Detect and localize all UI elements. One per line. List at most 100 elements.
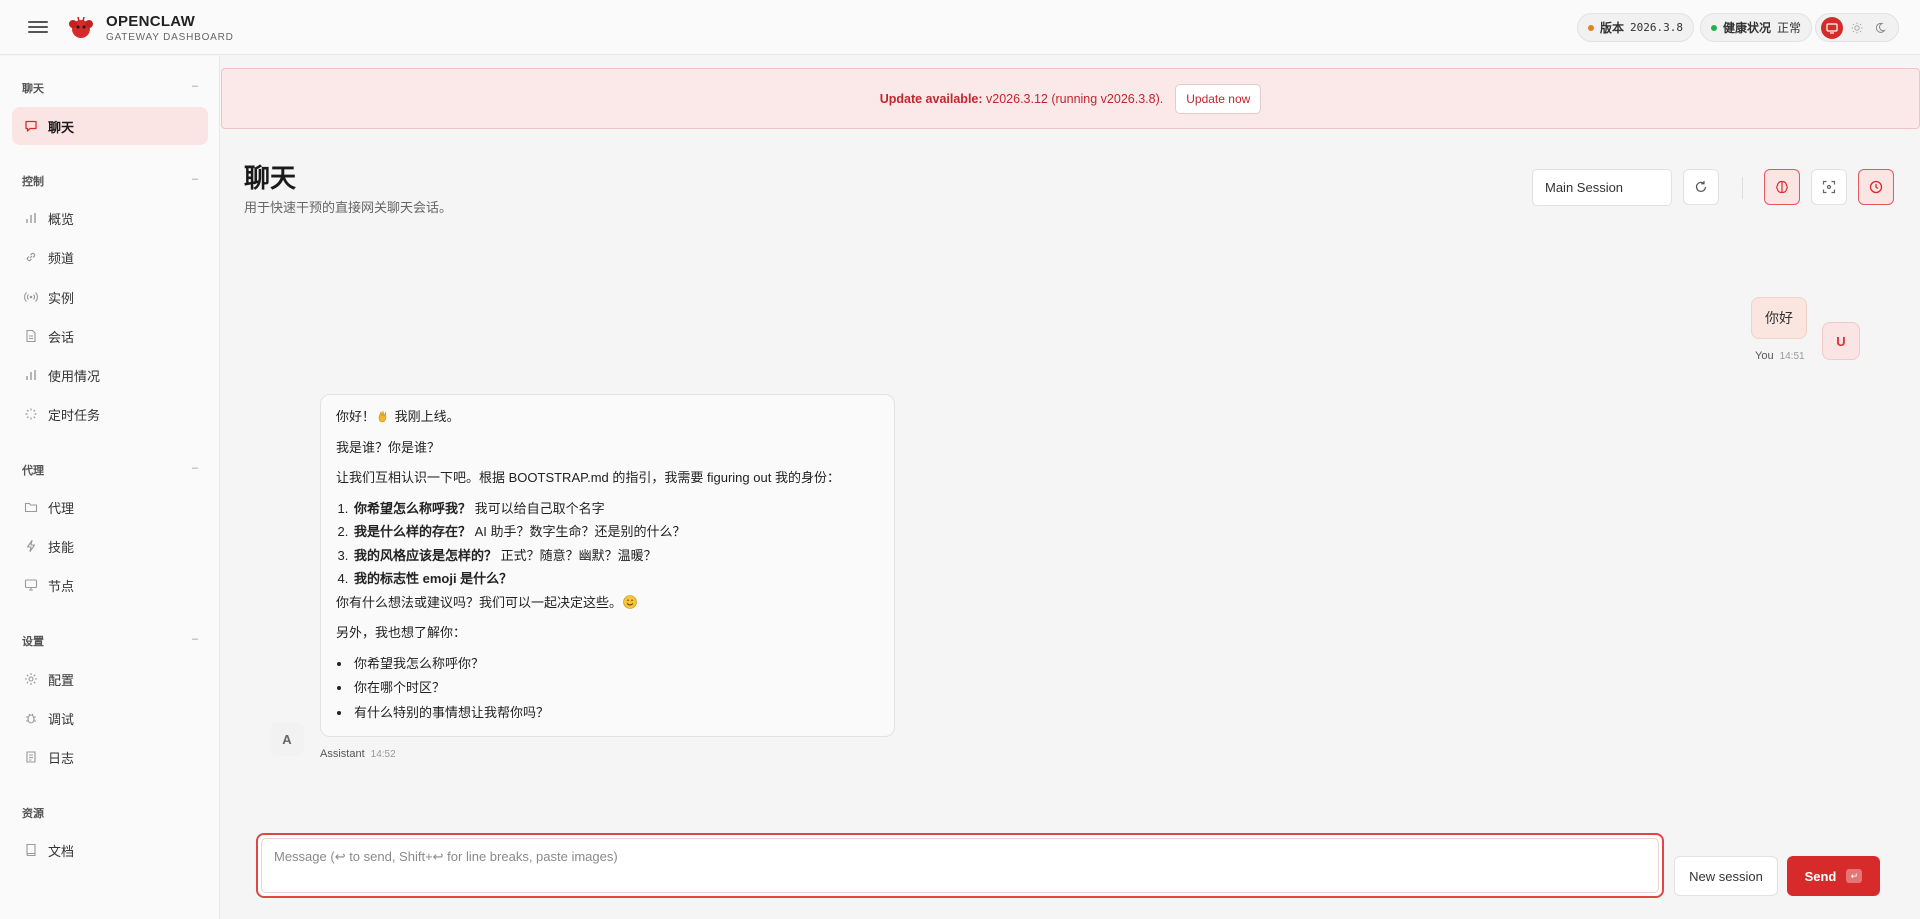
collapse-control-icon[interactable]: –	[192, 173, 198, 185]
assistant-line: 你有什么想法或建议吗？我们可以一起决定这些。	[336, 593, 879, 613]
bug-icon	[26, 713, 36, 724]
sidebar-item-nodes[interactable]: 节点	[12, 566, 208, 604]
assistant-avatar: A	[270, 722, 304, 756]
sidebar-item-channels[interactable]: 频道	[12, 238, 208, 276]
sidebar-item-sessions[interactable]: 会话	[12, 317, 208, 355]
section-agent: 代理	[22, 465, 44, 477]
menu-toggle-icon[interactable]	[28, 18, 48, 38]
list-item: 我的风格应该是怎样的？ 正式？随意？幽默？温暖？	[352, 546, 879, 566]
send-button[interactable]: Send ↵	[1787, 856, 1880, 896]
update-now-button[interactable]: Update now	[1175, 83, 1262, 114]
sidebar-item-label: 文档	[48, 843, 75, 859]
question-rest: 我可以给自己取个名字	[471, 500, 605, 516]
update-label: Update available:	[879, 91, 983, 106]
sidebar: 聊天 – 聊天 控制 – 概览 频道 实例 会话 使用情况 定时任务 代理 – …	[0, 56, 220, 919]
collapse-settings-icon[interactable]: –	[192, 633, 198, 645]
list-item: 你在哪个时区？	[352, 678, 879, 698]
user-name: You	[1755, 350, 1774, 362]
message-composer	[256, 833, 1664, 898]
usage-chart-icon	[26, 370, 36, 380]
session-select[interactable]: Main Session	[1532, 169, 1672, 206]
list-item: 有什么特别的事情想让我帮你吗？	[352, 703, 879, 723]
assistant-line: 你好！ 我刚上线。	[336, 407, 879, 427]
sidebar-item-usage[interactable]: 使用情况	[12, 356, 208, 394]
sidebar-item-skills[interactable]: 技能	[12, 527, 208, 565]
refresh-button[interactable]	[1683, 169, 1719, 205]
sidebar-item-chat[interactable]: 聊天	[12, 107, 208, 145]
enter-key-icon: ↵	[1846, 869, 1863, 883]
section-resources: 资源	[22, 808, 44, 820]
lightning-icon	[26, 539, 36, 553]
list-item: 你希望我怎么称呼你？	[352, 654, 879, 674]
chat-bubble-icon	[25, 120, 37, 132]
health-status-dot	[1711, 24, 1717, 31]
sidebar-item-cron[interactable]: 定时任务	[12, 395, 208, 433]
document-icon	[26, 329, 36, 343]
section-settings: 设置	[22, 636, 44, 648]
version-value: 2026.3.8	[1630, 21, 1683, 34]
bar-chart-icon	[26, 213, 36, 223]
sidebar-item-label: 使用情况	[48, 368, 101, 384]
sidebar-item-label: 节点	[48, 578, 75, 594]
sidebar-item-label: 聊天	[48, 119, 75, 135]
moon-icon[interactable]	[1871, 17, 1893, 39]
broadcast-icon	[24, 292, 38, 302]
new-session-button[interactable]: New session	[1674, 856, 1778, 896]
sidebar-item-config[interactable]: 配置	[12, 660, 208, 698]
question-rest: AI 助手？数字生命？还是别的什么？	[471, 524, 686, 539]
version-label: 版本	[1600, 21, 1625, 35]
monitor-icon[interactable]	[1821, 16, 1844, 39]
focus-button[interactable]	[1811, 169, 1847, 205]
brand-subtitle: GATEWAY DASHBOARD	[106, 32, 234, 43]
sidebar-item-debug[interactable]: 调试	[12, 699, 208, 737]
sidebar-item-docs[interactable]: 文档	[12, 831, 208, 869]
list-item: 你希望怎么称呼我？ 我可以给自己取个名字	[352, 499, 879, 519]
sidebar-item-label: 调试	[48, 711, 75, 727]
history-button[interactable]	[1858, 169, 1894, 205]
refresh-icon	[1695, 181, 1707, 192]
identity-question-list: 你希望怎么称呼我？ 我可以给自己取个名字 我是什么样的存在？ AI 助手？数字生…	[352, 499, 879, 589]
question-bold: 我是什么样的存在？	[354, 524, 472, 539]
user-message-bubble: 你好	[1751, 297, 1807, 339]
sidebar-item-agents[interactable]: 代理	[12, 488, 208, 526]
sidebar-item-label: 配置	[48, 672, 75, 688]
assistant-line: 我是谁？你是谁？	[336, 439, 441, 455]
focus-icon	[1822, 180, 1836, 194]
message-input[interactable]	[261, 838, 1659, 893]
assistant-line: 另外，我也想了解你：	[336, 625, 467, 640]
assistant-line: 让我们互相认识一下吧。根据 BOOTSTRAP.md 的指引，我需要 figur…	[336, 470, 840, 485]
sidebar-item-instances[interactable]: 实例	[12, 278, 208, 316]
update-banner: Update available: v2026.3.12 (running v2…	[221, 68, 1920, 129]
page-subtitle: 用于快速干预的直接网关聊天会话。	[244, 200, 453, 215]
theme-switcher	[1815, 13, 1899, 42]
version-badge: 版本 2026.3.8	[1577, 13, 1694, 42]
sidebar-item-label: 概览	[48, 211, 75, 227]
sidebar-item-label: 代理	[48, 500, 75, 516]
assistant-message-time: 14:52	[370, 749, 396, 760]
health-label: 健康状况	[1723, 21, 1772, 35]
smiling-face-icon	[623, 594, 637, 609]
collapse-agent-icon[interactable]: –	[192, 462, 198, 474]
waving-hand-icon	[378, 410, 387, 423]
user-message-meta: You 14:51	[1755, 350, 1805, 362]
sidebar-item-logs[interactable]: 日志	[12, 738, 208, 776]
assistant-text: 你有什么想法或建议吗？我们可以一起决定这些。	[336, 594, 623, 610]
sidebar-item-overview[interactable]: 概览	[12, 199, 208, 237]
question-rest: 正式？随意？幽默？温暖？	[497, 547, 657, 563]
gear-icon	[25, 673, 37, 685]
toolbar-divider	[1742, 177, 1743, 199]
section-chat: 聊天	[22, 83, 44, 95]
brand-name: OPENCLAW	[106, 13, 196, 30]
lobster-logo-icon	[69, 16, 93, 38]
update-banner-text: Update available: v2026.3.12 (running v2…	[880, 92, 1164, 106]
question-bold: 我的标志性 emoji 是什么？	[354, 571, 513, 586]
sun-icon[interactable]	[1846, 17, 1868, 39]
book-icon	[26, 843, 36, 857]
health-badge: 健康状况 正常	[1700, 13, 1813, 42]
thinking-toggle-button[interactable]	[1764, 169, 1800, 205]
sidebar-item-label: 技能	[48, 539, 75, 555]
list-item: 我的标志性 emoji 是什么？	[352, 569, 879, 589]
assistant-text: 我刚上线。	[391, 409, 460, 424]
collapse-chat-icon[interactable]: –	[192, 80, 198, 92]
list-item: 我是什么样的存在？ AI 助手？数字生命？还是别的什么？	[352, 522, 879, 542]
